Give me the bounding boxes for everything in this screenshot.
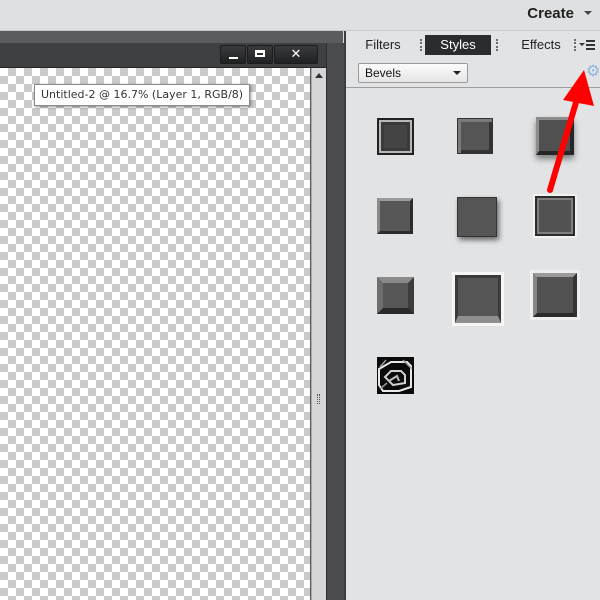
panel-menu-button[interactable] xyxy=(579,37,599,53)
scroll-up-arrow-icon[interactable] xyxy=(315,73,323,78)
bevel-style-swatch-6[interactable] xyxy=(535,196,575,236)
bevel-style-swatch-3[interactable] xyxy=(536,117,574,155)
bevel-style-swatch-10[interactable] xyxy=(377,357,414,394)
style-category-dropdown[interactable]: Bevels xyxy=(358,63,468,83)
maximize-button[interactable] xyxy=(247,45,273,64)
bevel-style-swatch-2[interactable] xyxy=(457,118,493,154)
minimize-button[interactable] xyxy=(220,45,246,64)
close-icon: ✕ xyxy=(290,47,302,62)
chevron-down-icon xyxy=(453,71,461,75)
vertical-scrollbar[interactable] xyxy=(311,68,326,600)
create-button[interactable]: Create xyxy=(527,5,574,22)
bevel-style-swatch-8[interactable] xyxy=(455,275,501,323)
close-button[interactable]: ✕ xyxy=(274,45,318,64)
menu-arrow-icon xyxy=(579,43,585,46)
scroll-grip-icon[interactable] xyxy=(317,394,320,404)
bevel-style-swatch-4[interactable] xyxy=(377,198,413,234)
create-chevron-down-icon[interactable] xyxy=(584,11,592,15)
tab-styles[interactable]: Styles xyxy=(425,35,491,55)
tab-separator xyxy=(420,39,422,51)
bevel-style-swatch-7[interactable] xyxy=(377,277,414,314)
document-area: ✕ Untitled-2 @ 16.7% (Layer 1, RGB/8) xyxy=(0,31,344,600)
bevel-style-swatch-1[interactable] xyxy=(377,118,414,155)
bevel-style-swatch-9[interactable] xyxy=(533,273,577,317)
menu-lines-icon xyxy=(586,40,595,42)
tab-filters[interactable]: Filters xyxy=(350,35,416,55)
menu-lines-icon xyxy=(586,48,595,50)
dropdown-selected-value: Bevels xyxy=(365,66,402,80)
tab-effects[interactable]: Effects xyxy=(506,35,576,55)
tab-separator xyxy=(574,39,576,51)
bevel-style-swatch-5[interactable] xyxy=(457,197,497,237)
top-bar: Create xyxy=(0,0,600,31)
gear-icon[interactable]: ⚙ xyxy=(586,61,600,81)
document-titlebar: ✕ xyxy=(0,43,326,68)
minimize-icon xyxy=(229,57,238,59)
document-info-tooltip: Untitled-2 @ 16.7% (Layer 1, RGB/8) xyxy=(34,84,251,106)
menu-lines-icon xyxy=(586,44,595,46)
tab-separator xyxy=(496,39,498,51)
transparent-canvas[interactable] xyxy=(0,68,310,600)
textured-bevel-icon xyxy=(378,359,413,392)
maximize-icon xyxy=(255,50,265,57)
panel-tabs: Filters Styles Effects xyxy=(346,33,600,57)
panel-divider-line xyxy=(346,87,600,88)
panel-divider[interactable] xyxy=(326,43,344,600)
